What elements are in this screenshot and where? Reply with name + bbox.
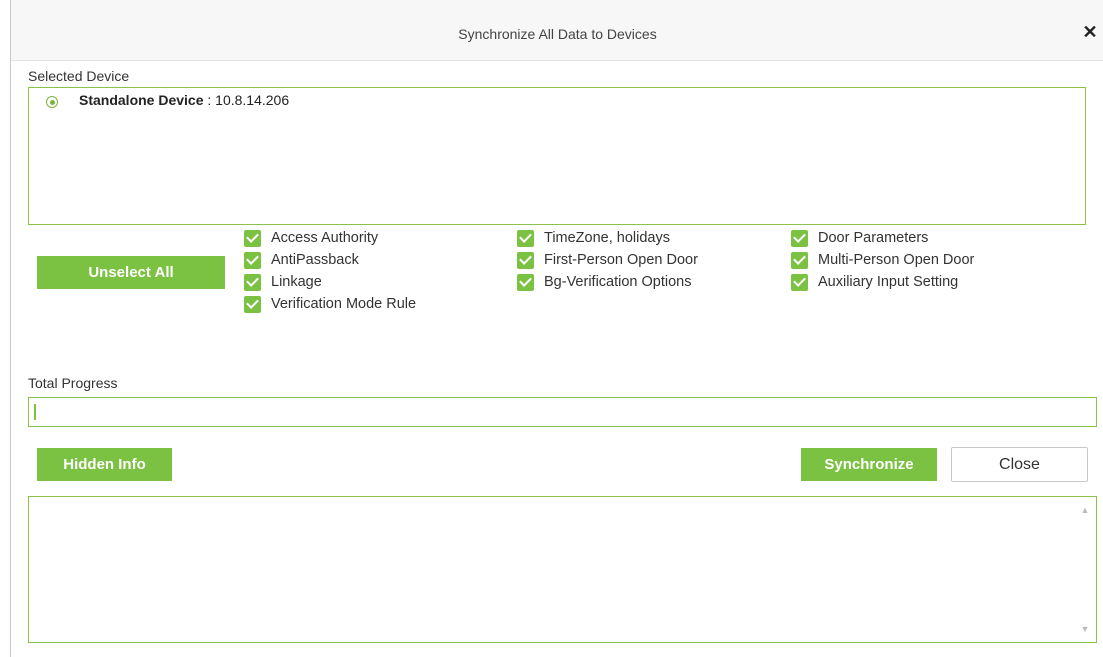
option-verification-mode-rule[interactable]: Verification Mode Rule [244, 294, 416, 314]
scroll-down-icon[interactable]: ▼ [1080, 624, 1090, 634]
option-label: Linkage [271, 274, 322, 290]
checkbox-icon[interactable] [244, 251, 261, 269]
option-first-person-open-door[interactable]: First-Person Open Door [517, 250, 698, 270]
option-label: TimeZone, holidays [544, 230, 670, 246]
device-type: Standalone Device [79, 92, 204, 108]
checkbox-icon[interactable] [244, 273, 261, 291]
option-label: AntiPassback [271, 252, 359, 268]
option-antipassback[interactable]: AntiPassback [244, 250, 359, 270]
option-label: First-Person Open Door [544, 252, 698, 268]
synchronize-button[interactable]: Synchronize [801, 448, 937, 481]
option-auxiliary-input-setting[interactable]: Auxiliary Input Setting [791, 272, 958, 292]
checkbox-icon[interactable] [791, 251, 808, 269]
option-door-parameters[interactable]: Door Parameters [791, 228, 928, 248]
checkbox-icon[interactable] [791, 229, 808, 247]
checkbox-icon[interactable] [791, 273, 808, 291]
option-label: Bg-Verification Options [544, 274, 692, 290]
option-timezone-holidays[interactable]: TimeZone, holidays [517, 228, 670, 248]
hidden-info-button[interactable]: Hidden Info [37, 448, 172, 481]
total-progress-label: Total Progress [28, 375, 118, 391]
option-label: Auxiliary Input Setting [818, 274, 959, 290]
dialog-titlebar: Synchronize All Data to Devices ✕ [11, 0, 1103, 61]
checkbox-icon[interactable] [517, 273, 534, 291]
scroll-up-icon[interactable]: ▲ [1080, 505, 1090, 515]
checkbox-icon[interactable] [517, 251, 534, 269]
option-label: Door Parameters [818, 230, 929, 246]
option-linkage[interactable]: Linkage [244, 272, 322, 292]
sync-dialog: Synchronize All Data to Devices ✕ Select… [10, 0, 1103, 657]
info-log-area[interactable]: ▲ ▼ [28, 496, 1097, 643]
option-bg-verification-options[interactable]: Bg-Verification Options [517, 272, 692, 292]
selected-device-label: Selected Device [28, 68, 130, 84]
option-label: Access Authority [271, 230, 379, 246]
close-icon[interactable]: ✕ [1080, 22, 1100, 42]
progress-fill [34, 404, 36, 420]
option-access-authority[interactable]: Access Authority [244, 228, 378, 248]
option-label: Multi-Person Open Door [818, 252, 975, 268]
device-ip: : 10.8.14.206 [203, 92, 290, 108]
device-entry[interactable]: Standalone Device : 10.8.14.206 [79, 92, 289, 108]
checkbox-icon[interactable] [244, 229, 261, 247]
checkbox-icon[interactable] [517, 229, 534, 247]
checkbox-icon[interactable] [244, 295, 261, 313]
device-radio[interactable] [46, 96, 58, 108]
option-label: Verification Mode Rule [271, 296, 417, 312]
close-button[interactable]: Close [951, 447, 1088, 482]
device-list: Standalone Device : 10.8.14.206 [28, 87, 1086, 225]
option-multi-person-open-door[interactable]: Multi-Person Open Door [791, 250, 974, 270]
unselect-all-button[interactable]: Unselect All [37, 256, 225, 289]
total-progress-bar [28, 397, 1097, 427]
dialog-title: Synchronize All Data to Devices [458, 26, 657, 42]
